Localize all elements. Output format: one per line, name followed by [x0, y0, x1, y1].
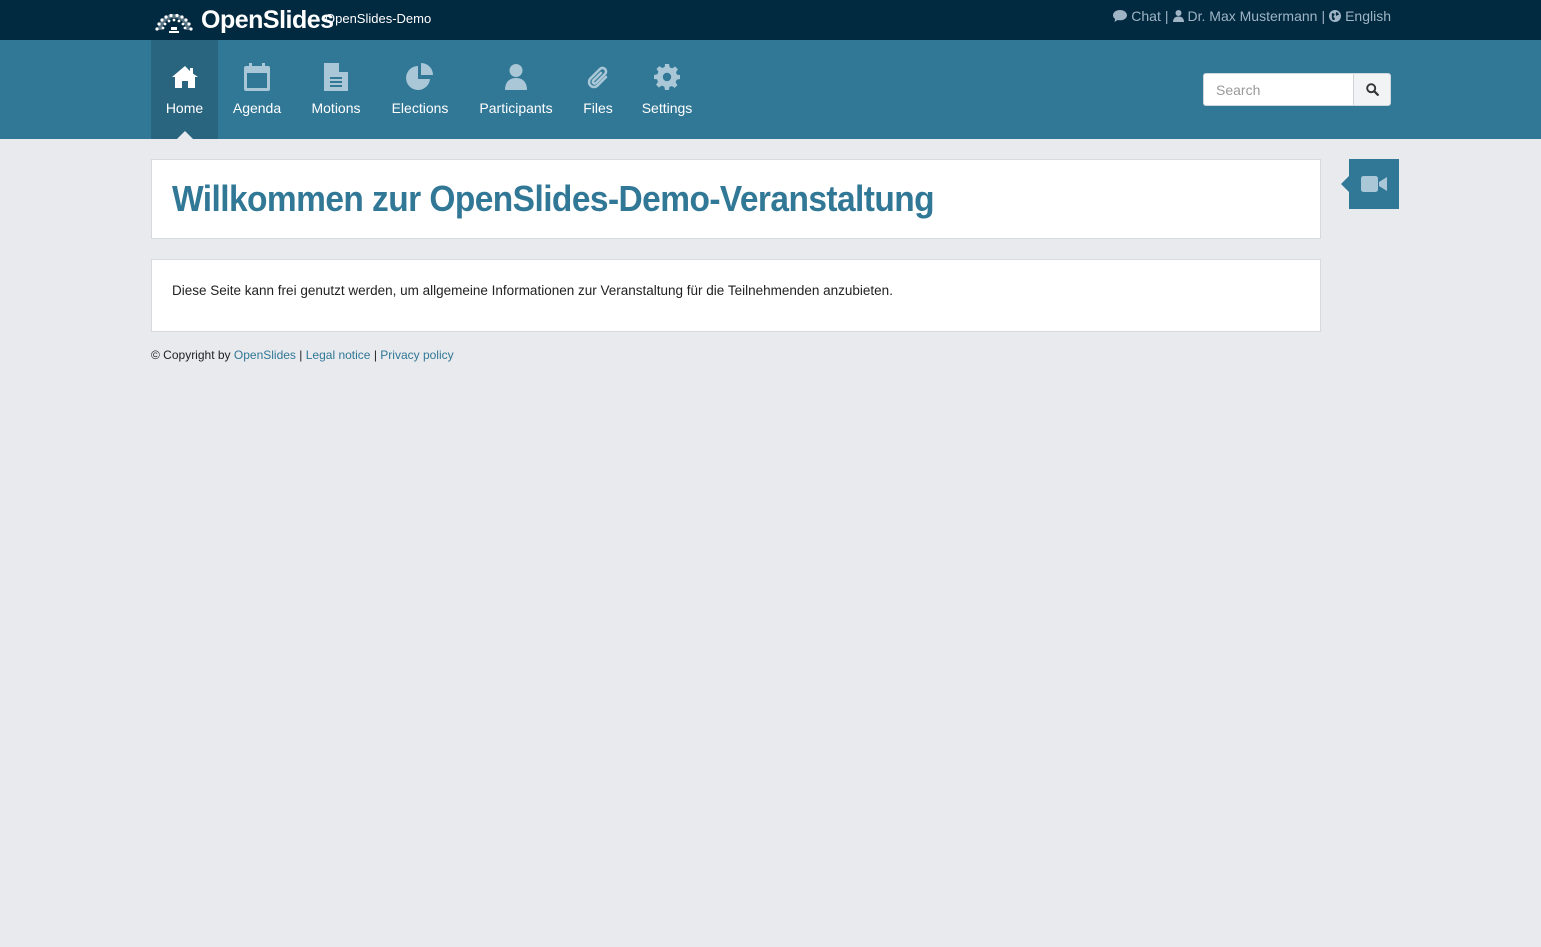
nav-item-settings[interactable]: Settings — [636, 40, 698, 139]
nav-label-agenda: Agenda — [232, 100, 282, 116]
logo-text: OpenSlides — [201, 5, 334, 34]
footer-separator: | — [373, 348, 377, 362]
user-name: Dr. Max Mustermann — [1187, 8, 1318, 24]
user-icon — [505, 64, 527, 90]
content-panel: Diese Seite kann frei genutzt werden, um… — [151, 259, 1321, 332]
page-title: Willkommen zur OpenSlides-Demo-Veranstal… — [172, 178, 935, 219]
top-bar: OpenSlides OpenSlides-Demo Chat | Dr. Ma… — [0, 0, 1541, 40]
nav-label-home: Home — [165, 100, 204, 116]
nav-label-motions: Motions — [311, 100, 361, 116]
active-caret — [175, 131, 194, 140]
main-navigation: Home Agenda Motions Elections Participan… — [0, 40, 1541, 140]
search-box — [1203, 73, 1391, 106]
nav-label-settings: Settings — [641, 100, 693, 116]
document-icon — [324, 63, 348, 91]
nav-label-participants: Participants — [479, 100, 553, 116]
privacy-policy-link[interactable]: Privacy policy — [380, 348, 453, 362]
event-name: OpenSlides-Demo — [325, 11, 432, 26]
openslides-logo[interactable]: OpenSlides — [151, 6, 334, 34]
nav-item-elections[interactable]: Elections — [385, 40, 455, 139]
language-label: English — [1345, 8, 1391, 24]
video-camera-icon — [1361, 176, 1387, 192]
copyright-text: © Copyright by — [151, 348, 231, 362]
nav-item-agenda[interactable]: Agenda — [226, 40, 288, 139]
search-icon — [1365, 83, 1379, 96]
legal-notice-link[interactable]: Legal notice — [306, 348, 371, 362]
chat-label: Chat — [1131, 8, 1161, 24]
calendar-icon — [244, 63, 270, 91]
language-selector[interactable]: English — [1329, 8, 1391, 24]
pie-chart-icon — [406, 63, 433, 90]
user-link[interactable]: Dr. Max Mustermann — [1172, 8, 1318, 24]
separator: | — [1164, 8, 1169, 24]
nav-label-files: Files — [583, 100, 613, 116]
footer: © Copyright by OpenSlides | Legal notice… — [151, 348, 454, 362]
globe-icon — [1329, 10, 1342, 22]
nav-label-elections: Elections — [391, 100, 449, 116]
logo-icon — [155, 13, 193, 33]
paperclip-icon — [587, 66, 608, 89]
gear-icon — [654, 64, 680, 90]
user-icon — [1172, 10, 1184, 22]
nav-item-participants[interactable]: Participants — [474, 40, 558, 139]
chat-icon — [1113, 10, 1128, 22]
search-button[interactable] — [1353, 73, 1391, 106]
home-icon — [171, 66, 198, 88]
openslides-link[interactable]: OpenSlides — [234, 348, 296, 362]
page-body-text: Diese Seite kann frei genutzt werden, um… — [172, 283, 893, 298]
user-menu: Chat | Dr. Max Mustermann | English — [1113, 8, 1391, 24]
search-input[interactable] — [1203, 73, 1353, 106]
projector-toggle-button[interactable] — [1341, 159, 1399, 209]
nav-item-home[interactable]: Home — [151, 40, 218, 140]
chat-link[interactable]: Chat — [1113, 8, 1161, 24]
footer-separator: | — [299, 348, 303, 362]
separator: | — [1321, 8, 1326, 24]
nav-item-motions[interactable]: Motions — [305, 40, 367, 139]
title-panel: Willkommen zur OpenSlides-Demo-Veranstal… — [151, 159, 1321, 239]
nav-item-files[interactable]: Files — [578, 40, 618, 139]
